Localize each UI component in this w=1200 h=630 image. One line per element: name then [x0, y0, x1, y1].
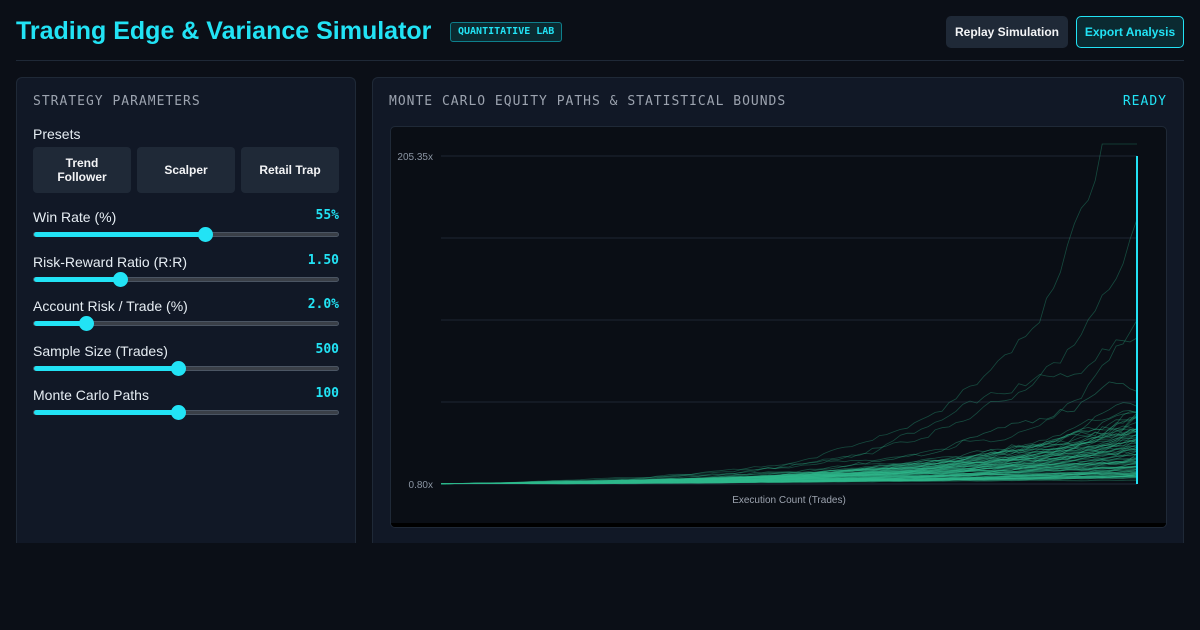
slider-fill — [34, 277, 120, 282]
slider-thumb[interactable] — [170, 405, 186, 420]
sample-size-param: Sample Size (Trades) 500 — [33, 342, 339, 383]
param-value: 2.0% — [307, 297, 339, 312]
chart-heading: MONTE CARLO EQUITY PATHS & STATISTICAL B… — [389, 94, 787, 109]
sample-size-slider[interactable] — [33, 361, 339, 376]
header: Trading Edge & Variance Simulator QUANTI… — [16, 0, 1184, 61]
monte-carlo-paths-param: Monte Carlo Paths 100 — [33, 386, 339, 427]
equity-path — [440, 417, 1138, 485]
param-value: 1.50 — [307, 253, 339, 268]
slider-fill — [34, 410, 178, 415]
equity-path — [440, 219, 1138, 485]
equity-paths — [440, 143, 1138, 485]
lab-badge: QUANTITATIVE LAB — [450, 22, 563, 42]
slider-thumb[interactable] — [79, 316, 95, 331]
preset-trend-follower-button[interactable]: Trend Follower — [33, 147, 131, 193]
param-label: Win Rate (%) — [33, 209, 117, 225]
export-analysis-button[interactable]: Export Analysis — [1076, 16, 1184, 48]
risk-reward-param: Risk-Reward Ratio (R:R) 1.50 — [33, 253, 339, 294]
y-tick-label: 205.35x — [397, 152, 433, 163]
slider-thumb[interactable] — [198, 227, 214, 242]
equity-path — [440, 143, 1137, 485]
win-rate-slider[interactable] — [33, 227, 339, 242]
grid-lines — [441, 155, 1137, 485]
chart-panel: MONTE CARLO EQUITY PATHS & STATISTICAL B… — [372, 77, 1184, 543]
x-axis-label: Execution Count (Trades) — [732, 495, 846, 506]
account-risk-slider[interactable] — [33, 316, 339, 331]
risk-reward-slider[interactable] — [33, 272, 339, 287]
account-risk-param: Account Risk / Trade (%) 2.0% — [33, 297, 339, 338]
slider-fill — [34, 366, 178, 371]
preset-retail-trap-button[interactable]: Retail Trap — [241, 147, 339, 193]
panel-heading: STRATEGY PARAMETERS — [33, 94, 201, 109]
strategy-parameters-panel: STRATEGY PARAMETERS Presets Trend Follow… — [16, 77, 356, 543]
param-label: Account Risk / Trade (%) — [33, 298, 188, 314]
slider-thumb[interactable] — [112, 272, 128, 287]
equity-path — [440, 381, 1138, 485]
slider-fill — [34, 232, 206, 237]
replay-simulation-button[interactable]: Replay Simulation — [946, 16, 1068, 48]
param-label: Monte Carlo Paths — [33, 387, 149, 403]
param-value: 500 — [315, 342, 339, 357]
slider-thumb[interactable] — [170, 361, 186, 376]
chart-scrollbar — [391, 523, 1166, 527]
equity-paths-svg: 205.35x 0.80x Execution Count (Trades) — [397, 143, 1138, 506]
param-label: Risk-Reward Ratio (R:R) — [33, 254, 188, 270]
status-indicator: READY — [1122, 94, 1167, 109]
equity-chart: 205.35x 0.80x Execution Count (Trades) — [390, 126, 1167, 528]
param-label: Sample Size (Trades) — [33, 343, 168, 359]
presets-label: Presets — [33, 126, 81, 142]
equity-path — [440, 416, 1138, 485]
preset-scalper-button[interactable]: Scalper — [137, 147, 235, 193]
param-value: 100 — [315, 386, 339, 401]
param-value: 55% — [315, 208, 339, 223]
y-tick-label: 0.80x — [409, 480, 433, 491]
app-title: Trading Edge & Variance Simulator — [16, 17, 432, 45]
win-rate-param: Win Rate (%) 55% — [33, 208, 339, 249]
monte-carlo-paths-slider[interactable] — [33, 405, 339, 420]
